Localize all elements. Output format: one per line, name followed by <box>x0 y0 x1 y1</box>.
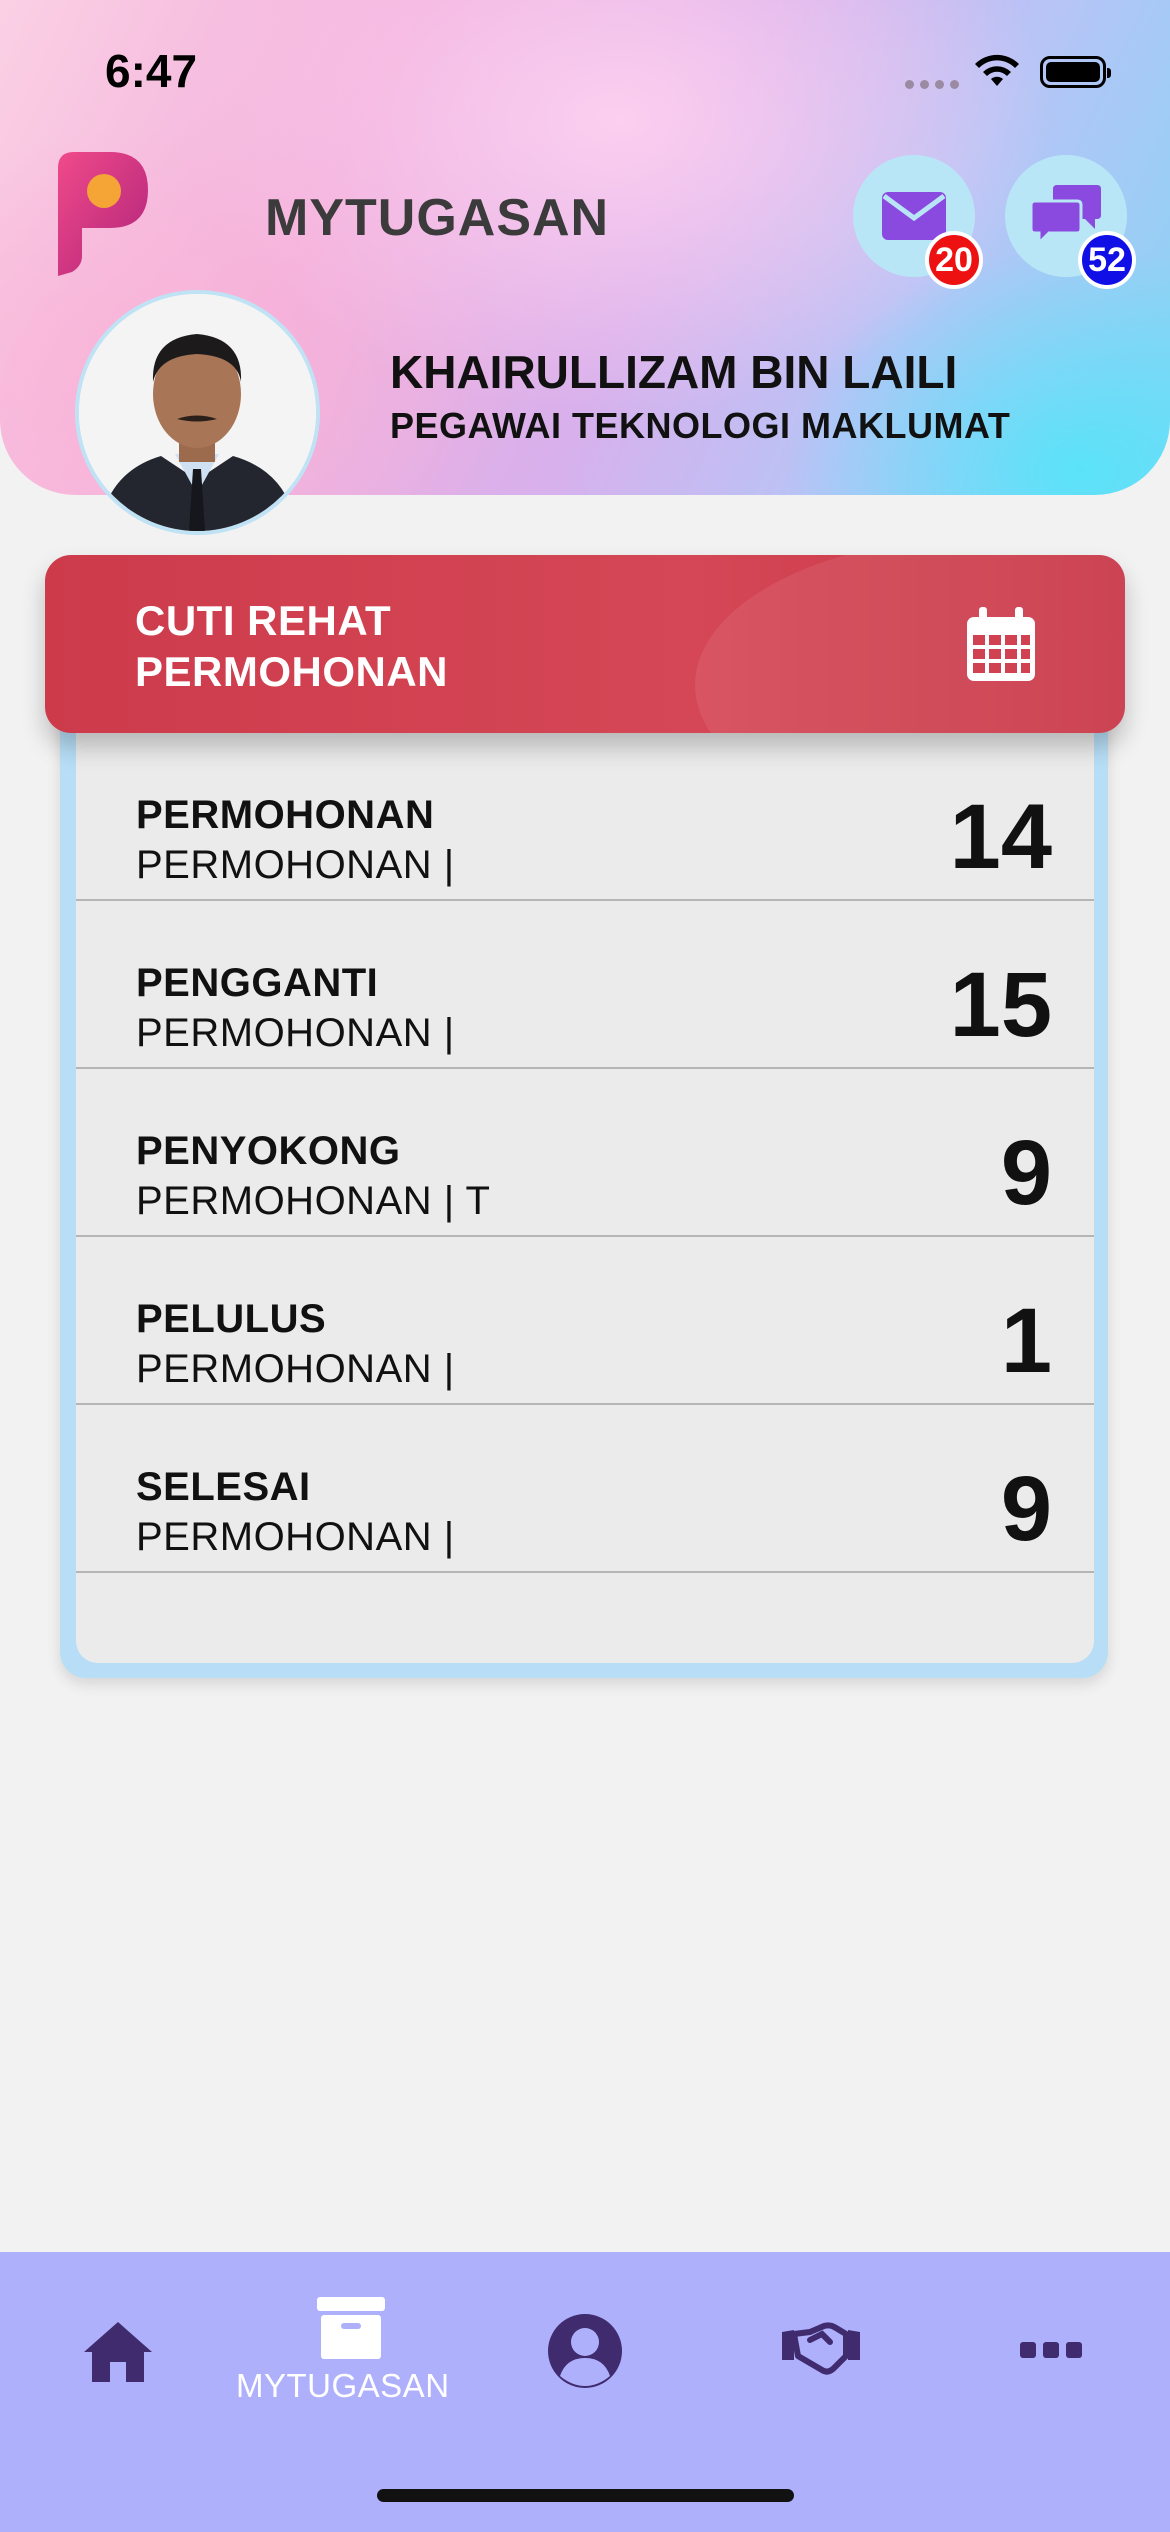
profile-photo <box>79 294 316 531</box>
list-item-pelulus[interactable]: PELULUS PERMOHONAN | 1 <box>76 1237 1094 1405</box>
more-icon <box>1020 2342 1082 2358</box>
list-item-subtitle: PERMOHONAN | <box>136 843 455 887</box>
archive-box-icon <box>317 2297 385 2359</box>
avatar[interactable] <box>75 290 320 535</box>
envelope-icon <box>882 192 946 240</box>
tab-label: MYTUGASAN <box>236 2367 450 2404</box>
list-item-count: 15 <box>949 954 1052 1056</box>
battery-icon <box>1040 56 1111 88</box>
card-title: CUTI REHAT PERMOHONAN <box>135 595 448 697</box>
list-item-subtitle: PERMOHONAN | <box>136 1347 455 1391</box>
home-indicator[interactable] <box>377 2489 794 2502</box>
card-title-line2: PERMOHONAN <box>135 648 449 695</box>
list-item-subtitle: PERMOHONAN | <box>136 1011 455 1055</box>
status-time: 6:47 <box>105 45 198 97</box>
user-role: PEGAWAI TEKNOLOGI MAKLUMAT <box>390 405 1011 446</box>
app-logo-icon <box>58 152 148 276</box>
home-icon <box>84 2322 152 2382</box>
cellular-signal-icon <box>905 80 959 89</box>
leave-category-header[interactable]: CUTI REHAT PERMOHONAN <box>45 555 1125 733</box>
leave-status-list: PERMOHONAN PERMOHONAN | 14 PENGGANTI PER… <box>76 733 1094 1663</box>
list-item-selesai[interactable]: SELESAI PERMOHONAN | 9 <box>76 1405 1094 1573</box>
list-item-count: 14 <box>949 786 1052 888</box>
list-item-penyokong[interactable]: PENYOKONG PERMOHONAN | T 9 <box>76 1069 1094 1237</box>
mail-count-badge: 20 <box>925 231 983 289</box>
list-item-count: 9 <box>1000 1122 1052 1224</box>
calendar-icon <box>967 607 1035 681</box>
list-item-title: PELULUS <box>136 1297 327 1341</box>
user-circle-icon <box>548 2314 622 2388</box>
list-item-count: 9 <box>1000 1458 1052 1560</box>
chat-count-badge: 52 <box>1078 231 1136 289</box>
tab-home[interactable] <box>60 2252 180 2452</box>
list-item-count: 1 <box>1000 1290 1052 1392</box>
app-title: MYTUGASAN <box>265 189 610 247</box>
list-item-subtitle: PERMOHONAN | <box>136 1515 455 1559</box>
list-item-title: SELESAI <box>136 1465 311 1509</box>
list-item-subtitle: PERMOHONAN | T <box>136 1179 491 1223</box>
user-name: KHAIRULLIZAM BIN LAILI <box>390 346 958 398</box>
card-title-line1: CUTI REHAT <box>135 597 392 644</box>
list-item-title: PENYOKONG <box>136 1129 401 1173</box>
list-item-permohonan[interactable]: PERMOHONAN PERMOHONAN | 14 <box>76 733 1094 901</box>
handshake-icon <box>782 2322 860 2375</box>
list-item-title: PERMOHONAN <box>136 793 435 837</box>
tab-more[interactable] <box>990 2252 1110 2452</box>
tab-profile[interactable] <box>520 2252 650 2452</box>
tab-mytugasan[interactable]: MYTUGASAN <box>230 2252 470 2452</box>
list-item-pengganti[interactable]: PENGGANTI PERMOHONAN | 15 <box>76 901 1094 1069</box>
wifi-icon <box>975 54 1019 86</box>
tab-handshake[interactable] <box>760 2252 890 2452</box>
list-item-title: PENGGANTI <box>136 961 379 1005</box>
